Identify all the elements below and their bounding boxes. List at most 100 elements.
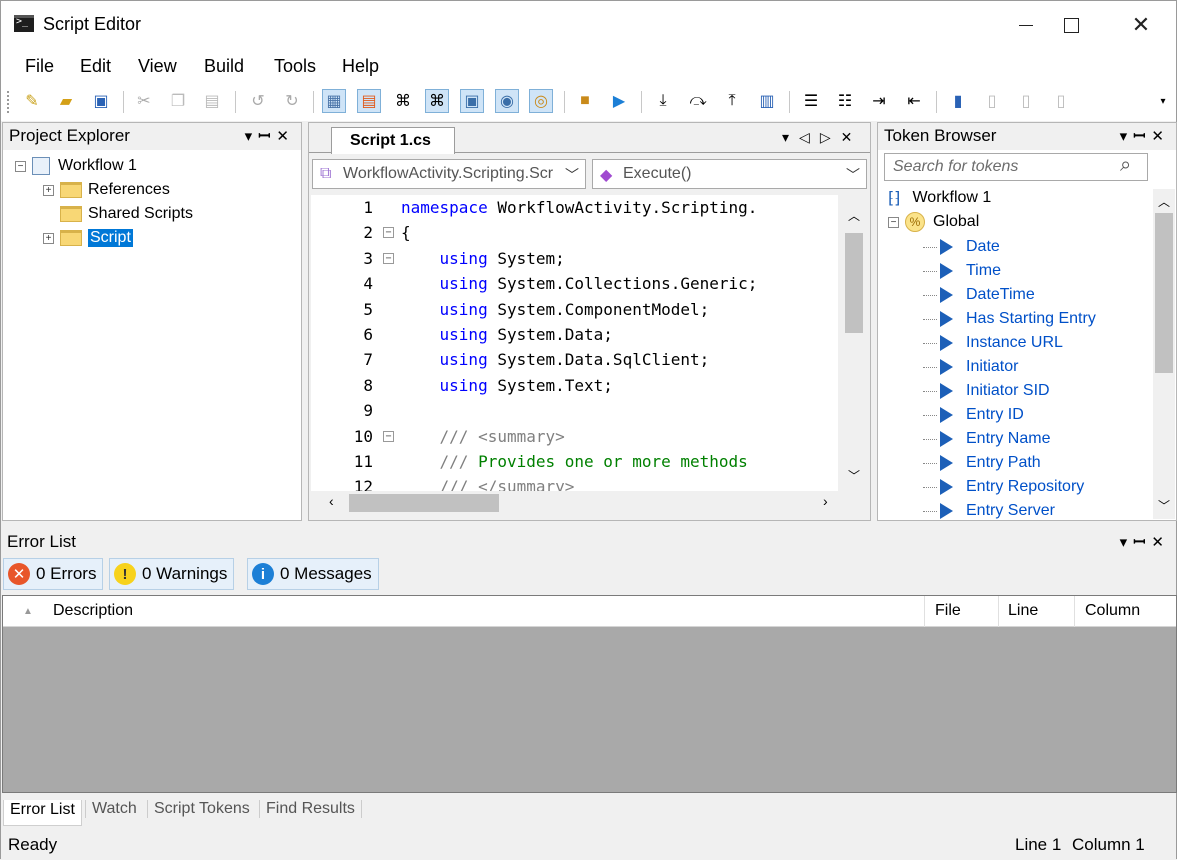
token-item[interactable]: Entry Repository [940,475,1084,499]
column-description[interactable]: Description [53,602,133,620]
errors-filter-button[interactable]: ✕ 0 Errors [3,558,104,590]
token-item[interactable]: Date [940,235,1000,259]
token-item[interactable]: Has Starting Entry [940,307,1096,331]
warnings-filter-button[interactable]: ! 0 Warnings [109,558,235,590]
code-line[interactable]: 11 /// Provides one or more methods [311,452,838,477]
member-combo[interactable]: ◆ Execute() ﹀ [592,159,867,189]
code-line[interactable]: 10− /// <summary> [311,427,838,452]
toggle-error-list-button[interactable]: ▤ [357,89,381,113]
token-search-input[interactable]: Search for tokens [884,153,1148,181]
tab-script-tokens[interactable]: Script Tokens [147,800,256,818]
fold-toggle-icon[interactable]: − [383,227,394,239]
token-item[interactable]: Initiator SID [940,379,1050,403]
dropdown-icon[interactable]: ▾ [245,128,259,145]
find-results-button[interactable]: ⌘ [425,89,449,113]
token-item[interactable]: Entry Server [940,499,1055,523]
close-tab-icon[interactable]: ✕ [841,129,863,145]
token-item[interactable]: Initiator [940,355,1018,379]
toolbar-gripper[interactable] [7,91,10,113]
close-icon[interactable]: ✕ [1151,128,1170,145]
tab-list-icon[interactable]: ▾ [782,129,799,145]
comment-button[interactable]: ☰ [799,89,823,113]
close-icon[interactable]: ✕ [1151,534,1170,551]
step-over-button[interactable]: ⤼ [686,89,710,113]
pin-icon[interactable]: ꟷ [258,128,276,145]
bookmark-button[interactable]: ▮ [946,89,970,113]
error-grid[interactable]: ▲ Description File Line Column [2,595,1177,793]
toggle-token-browser-button[interactable]: ▣ [460,89,484,113]
collapse-icon[interactable]: − [15,160,26,172]
editor-vertical-scrollbar[interactable]: ︿ ﹀ [842,195,866,491]
tab-right-icon[interactable]: ▷ [820,129,841,145]
breakpoint-button[interactable]: ▥ [755,89,779,113]
tree-root[interactable]: − Workflow 1 [15,155,137,177]
token-tree-root[interactable]: ⁅⁆ Workflow 1 [888,187,991,209]
column-column[interactable]: Column [1085,602,1140,620]
tab-error-list[interactable]: Error List [3,800,82,826]
step-into-button[interactable]: ⤓ [651,89,675,113]
dropdown-icon[interactable]: ▾ [1120,534,1134,551]
menu-help[interactable]: Help [342,56,379,77]
token-group-global[interactable]: − % Global [888,211,979,233]
pin-icon[interactable]: ꟷ [1133,534,1151,551]
code-line[interactable]: 9 [311,401,838,426]
code-line[interactable]: 1 namespace WorkflowActivity.Scripting. [311,198,838,223]
toggle-project-explorer-button[interactable]: ▦ [322,89,346,113]
token-item[interactable]: Instance URL [940,331,1063,355]
tab-script-1[interactable]: Script 1.cs [331,127,455,154]
toggle-watch-button[interactable]: ◉ [495,89,519,113]
token-item[interactable]: Entry Name [940,427,1050,451]
column-line[interactable]: Line [1008,602,1038,620]
scroll-thumb[interactable] [845,233,863,333]
code-line[interactable]: 5 using System.ComponentModel; [311,300,838,325]
uncomment-button[interactable]: ☷ [833,89,857,113]
search-icon[interactable]: ⌕ [1120,154,1131,177]
collapse-icon[interactable]: − [888,216,899,228]
menu-tools[interactable]: Tools [274,56,316,77]
close-icon[interactable]: ✕ [276,128,295,145]
column-file[interactable]: File [935,602,961,620]
cut-button[interactable]: ✂ [132,89,156,113]
clear-bookmarks-button[interactable]: ▯ [1049,89,1073,113]
menu-file[interactable]: File [25,56,54,77]
paste-button[interactable]: ▤ [200,89,224,113]
outdent-button[interactable]: ⇤ [902,89,926,113]
step-out-button[interactable]: ⤒ [720,89,744,113]
editor-horizontal-scrollbar[interactable]: ‹ › [311,491,842,515]
scroll-thumb[interactable] [349,494,499,512]
next-bookmark-button[interactable]: ▯ [1014,89,1038,113]
dropdown-icon[interactable]: ▾ [1120,128,1134,145]
code-line[interactable]: 3− using System; [311,249,838,274]
tree-item-script[interactable]: + Script [43,227,133,249]
code-line[interactable]: 8 using System.Text; [311,376,838,401]
prev-bookmark-button[interactable]: ▯ [980,89,1004,113]
menu-build[interactable]: Build [204,56,244,77]
scroll-thumb[interactable] [1155,213,1173,373]
redo-button[interactable]: ↻ [280,89,304,113]
new-script-button[interactable]: ✎ [20,89,44,113]
fold-toggle-icon[interactable]: − [383,252,394,264]
run-button[interactable]: ▶ [607,89,631,113]
toolbar-overflow-button[interactable]: ▾ [1156,89,1170,113]
menu-edit[interactable]: Edit [80,56,111,77]
namespace-combo[interactable]: ⧉ WorkflowActivity.Scripting.Scr ﹀ [312,159,586,189]
close-button[interactable]: ✕ [1111,1,1171,49]
tab-watch[interactable]: Watch [85,800,143,818]
sort-icon[interactable]: ▲ [23,606,33,617]
code-line[interactable]: 6 using System.Data; [311,325,838,350]
code-line[interactable]: 2−{ [311,223,838,248]
tab-left-icon[interactable]: ◁ [799,129,820,145]
copy-button[interactable]: ❐ [166,89,190,113]
tab-find-results[interactable]: Find Results [259,800,362,818]
code-area[interactable]: 1 namespace WorkflowActivity.Scripting. 2−… [311,195,838,513]
token-vertical-scrollbar[interactable]: ︿ ﹀ [1153,189,1175,519]
find-button[interactable]: ⌘ [391,89,415,113]
save-button[interactable]: ▣ [89,89,113,113]
scroll-up-icon[interactable]: ︿ [848,207,860,224]
tree-item-references[interactable]: + References [43,179,170,201]
scroll-up-icon[interactable]: ︿ [1158,193,1170,210]
scroll-down-icon[interactable]: ﹀ [848,467,860,484]
token-item[interactable]: DateTime [940,283,1035,307]
fold-toggle-icon[interactable]: − [383,430,394,442]
messages-filter-button[interactable]: i 0 Messages [247,558,379,590]
